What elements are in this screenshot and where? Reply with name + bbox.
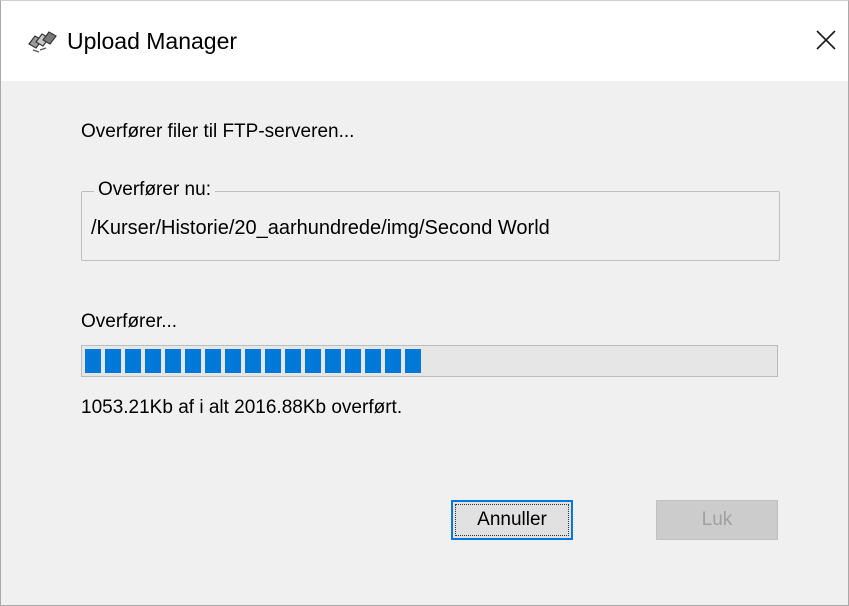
cancel-button[interactable]: Annuller	[451, 500, 573, 540]
upload-manager-window: Upload Manager Overfører filer til FTP-s…	[0, 0, 849, 606]
title-bar[interactable]: Upload Manager	[1, 1, 848, 81]
progress-bar	[81, 345, 778, 377]
current-transfer-path: /Kurser/Historie/20_aarhundrede/img/Seco…	[91, 217, 550, 239]
close-icon	[816, 30, 836, 50]
status-message: Overfører filer til FTP-serveren...	[81, 121, 355, 142]
close-window-button[interactable]	[804, 15, 848, 65]
current-transfer-legend: Overfører nu:	[94, 179, 215, 201]
close-button-label: Luk	[701, 509, 733, 530]
dialog-body: Overfører filer til FTP-serveren... Over…	[1, 81, 848, 605]
progress-text: 1053.21Kb af i alt 2016.88Kb overført.	[81, 397, 403, 418]
upload-manager-app-icon	[25, 26, 59, 56]
window-title: Upload Manager	[67, 28, 238, 54]
cancel-button-label: Annuller	[477, 509, 547, 530]
progress-label: Overfører...	[81, 311, 178, 332]
current-transfer-group: Overfører nu: /Kurser/Historie/20_aarhun…	[81, 179, 780, 261]
close-button[interactable]: Luk	[656, 500, 778, 540]
progress-bar-fill	[85, 349, 421, 373]
